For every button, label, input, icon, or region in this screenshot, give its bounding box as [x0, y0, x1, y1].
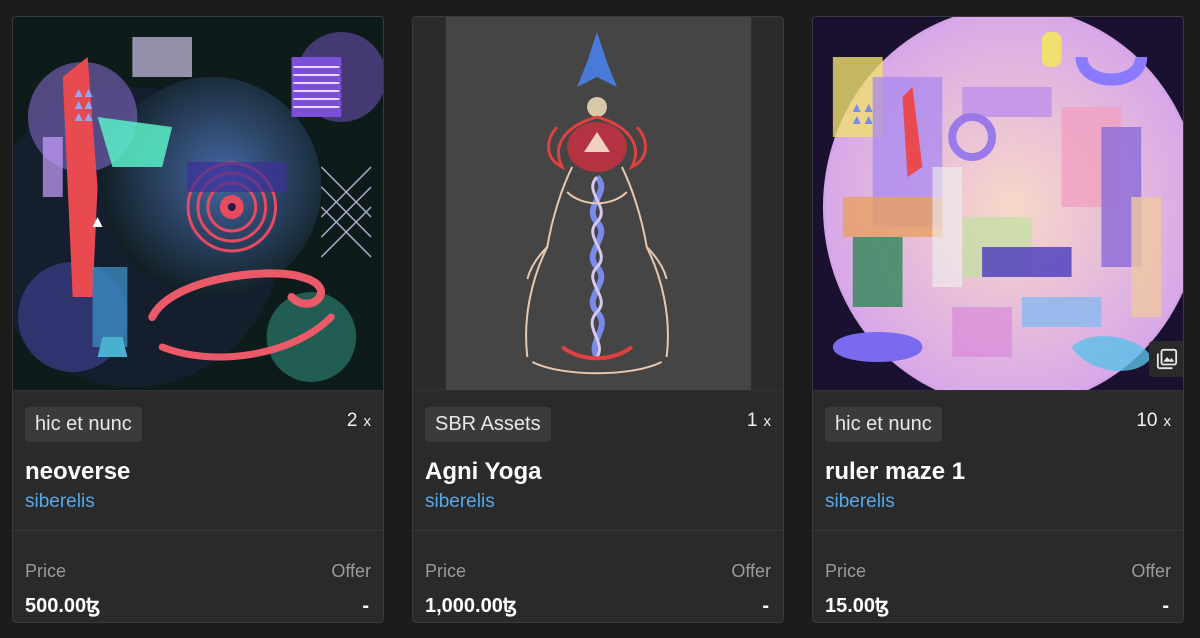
artwork-thumbnail-agni-yoga[interactable] — [413, 17, 783, 390]
editions-number: 10 — [1136, 410, 1158, 431]
editions-suffix: x — [363, 413, 372, 430]
artwork-image — [413, 17, 783, 390]
editions-count: 2x — [347, 410, 371, 433]
card-details: hic et nunc 10 x ruler maze 1 siberelis — [813, 390, 1183, 531]
platform-tag[interactable]: SBR Assets — [425, 407, 551, 442]
card-details: hic et nunc 2x neoverse siberelis — [13, 390, 383, 531]
editions-suffix: x — [763, 413, 772, 430]
offer-value: - — [762, 595, 769, 617]
artwork-title[interactable]: Agni Yoga — [425, 457, 541, 487]
nft-card-grid: hic et nunc 2x neoverse siberelis Price … — [0, 0, 1200, 638]
artwork-thumbnail-ruler-maze-1[interactable] — [813, 17, 1183, 390]
card-pricing: Price Offer 500.00ꜩ - — [13, 531, 383, 622]
offer-label: Offer — [1131, 561, 1171, 581]
price-label: Price — [825, 561, 867, 581]
editions-number: 1 — [746, 410, 758, 431]
editions-count: 10 x — [1136, 410, 1171, 433]
platform-tag[interactable]: hic et nunc — [825, 407, 942, 442]
editions-number: 2 — [346, 410, 358, 431]
price-label: Price — [425, 561, 467, 581]
artist-link[interactable]: siberelis — [25, 490, 95, 514]
gallery-icon — [1156, 348, 1178, 370]
artwork-thumbnail-neoverse[interactable] — [13, 17, 383, 390]
offer-label: Offer — [331, 561, 371, 581]
artwork-title[interactable]: neoverse — [25, 457, 130, 487]
price-value: 15.00ꜩ — [825, 595, 890, 617]
card-pricing: Price Offer 15.00ꜩ - — [813, 531, 1183, 622]
nft-card[interactable]: hic et nunc 10 x ruler maze 1 siberelis P… — [812, 16, 1184, 623]
artwork-title[interactable]: ruler maze 1 — [825, 457, 965, 487]
artist-link[interactable]: siberelis — [425, 490, 495, 514]
artist-link[interactable]: siberelis — [825, 490, 895, 514]
editions-suffix: x — [1163, 413, 1172, 430]
gallery-button[interactable] — [1149, 341, 1183, 377]
price-label: Price — [25, 561, 67, 581]
offer-value: - — [362, 595, 369, 617]
offer-label: Offer — [731, 561, 771, 581]
artwork-image — [13, 17, 383, 390]
nft-card[interactable]: SBR Assets 1x Agni Yoga siberelis Price … — [412, 16, 784, 623]
price-value: 500.00ꜩ — [25, 595, 101, 617]
price-value: 1,000.00ꜩ — [425, 595, 518, 617]
card-pricing: Price Offer 1,000.00ꜩ - — [413, 531, 783, 622]
card-details: SBR Assets 1x Agni Yoga siberelis — [413, 390, 783, 531]
offer-value: - — [1162, 595, 1169, 617]
platform-tag[interactable]: hic et nunc — [25, 407, 142, 442]
artwork-image — [813, 17, 1183, 390]
nft-card[interactable]: hic et nunc 2x neoverse siberelis Price … — [12, 16, 384, 623]
editions-count: 1x — [747, 410, 771, 433]
